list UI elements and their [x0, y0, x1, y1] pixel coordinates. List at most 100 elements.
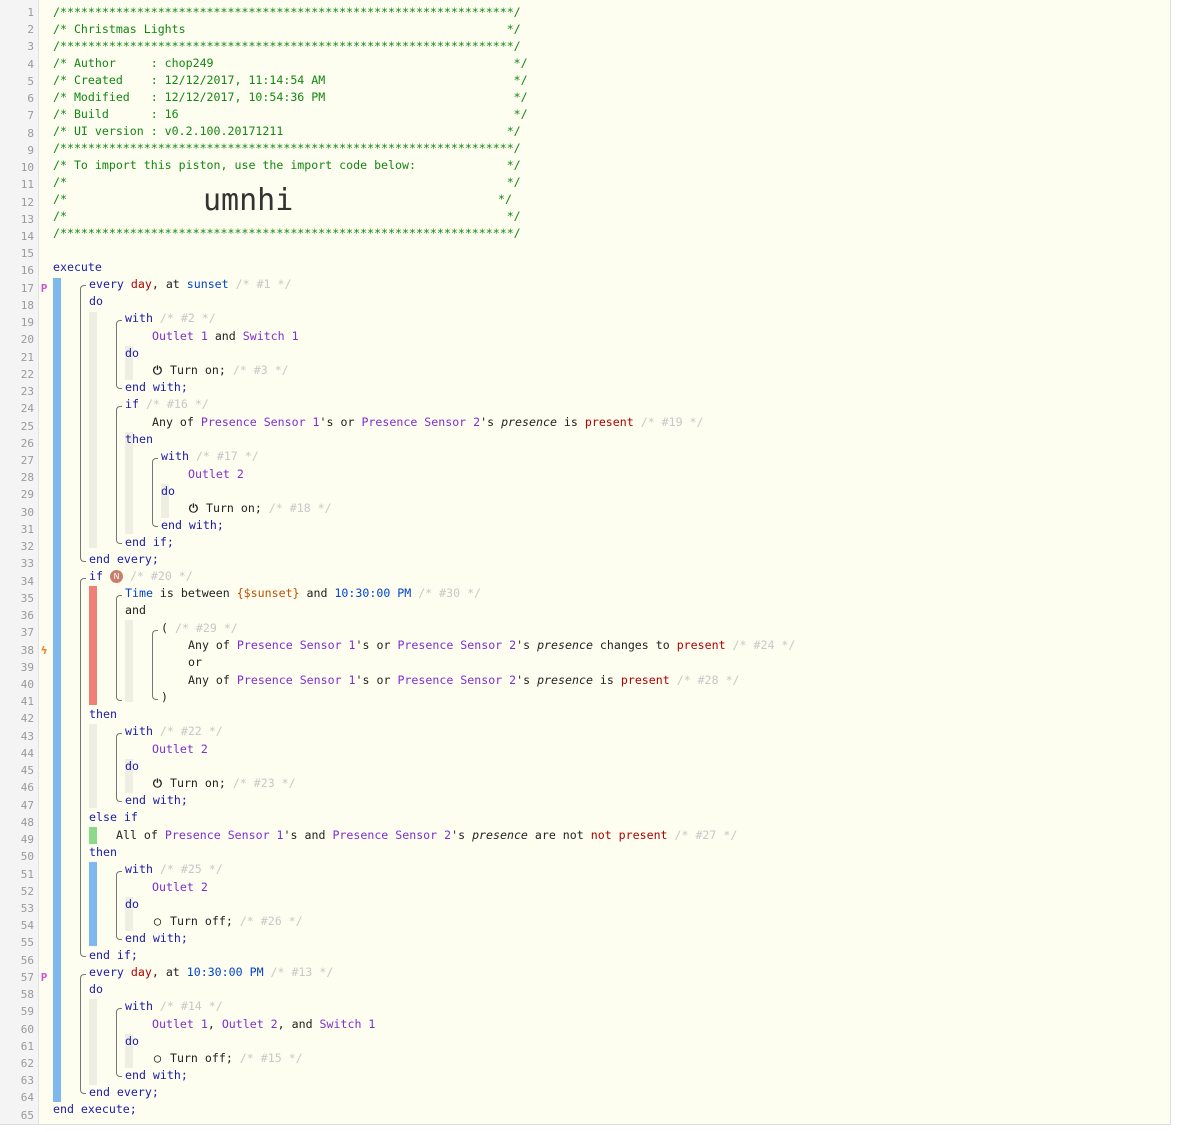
keyword: with: [125, 862, 153, 876]
header-blank: /* */: [53, 209, 521, 223]
statement-comment: /* #2 */: [159, 311, 216, 325]
turn-off-task[interactable]: ◯ Turn off; /* #26 */: [152, 913, 303, 930]
every-statement[interactable]: every day, at sunset /* #1 */: [89, 276, 291, 293]
statement-comment: /* #26 */: [239, 914, 303, 928]
value: day: [130, 965, 152, 979]
line-number: 47: [20, 798, 34, 812]
with-statement[interactable]: with /* #25 */: [125, 861, 223, 878]
code-area: /***************************************…: [39, 0, 1169, 1124]
block-bracket: [116, 406, 122, 544]
keyword: do: [125, 897, 139, 911]
device: Switch 1: [319, 1017, 376, 1031]
with-statement[interactable]: with /* #2 */: [125, 310, 216, 327]
if-statement[interactable]: if /* #16 */: [125, 396, 209, 413]
keyword: do: [161, 484, 175, 498]
line-number: 22: [20, 367, 34, 381]
line-number: 58: [20, 988, 34, 1002]
line-number: 48: [20, 815, 34, 829]
header-author: /* Author : chop249 */: [53, 56, 528, 70]
block-bracket: [80, 974, 86, 1094]
statement-comment: /* #24 */: [732, 638, 796, 652]
line-number: 30: [20, 505, 34, 519]
line-number: 12: [20, 195, 34, 209]
line-number: 36: [20, 609, 34, 623]
device: Outlet 2: [152, 742, 208, 756]
header-border: /***************************************…: [53, 226, 521, 240]
turn-off-task[interactable]: ◯ Turn off; /* #15 */: [152, 1050, 303, 1067]
else-if-keyword[interactable]: else if: [89, 809, 138, 826]
line-number: 65: [20, 1108, 34, 1122]
end-if: end if;: [125, 534, 174, 551]
line-number: 25: [20, 419, 34, 433]
then-keyword: then: [89, 706, 117, 723]
every-statement[interactable]: every day, at 10:30:00 PM /* #13 */: [89, 964, 333, 981]
keyword: do: [125, 346, 139, 360]
task-text: Turn on;: [169, 363, 226, 377]
header-import-hint: /* To import this piston, use the import…: [53, 158, 521, 172]
import-code[interactable]: umnhi: [203, 186, 293, 216]
condition[interactable]: Any of Presence Sensor 1's or Presence S…: [188, 672, 740, 689]
device-list: Outlet 1 and Switch 1: [152, 328, 299, 345]
attribute: presence: [537, 638, 593, 652]
line-number: 64: [20, 1091, 34, 1105]
header-build: /* Build : 16 */: [53, 107, 528, 121]
keyword: with: [125, 311, 153, 325]
if-statement[interactable]: if N /* #20 */: [89, 568, 193, 585]
line-number: 5: [27, 74, 34, 88]
turn-on-task[interactable]: ⏻ Turn on; /* #3 */: [152, 362, 289, 379]
line-number: 49: [20, 833, 34, 847]
line-number: 14: [20, 229, 34, 243]
keyword: end with;: [161, 518, 224, 532]
execute-statement[interactable]: execute: [53, 259, 102, 276]
header-ui-version: /* UI version : v0.2.100.20171211 */: [53, 124, 521, 138]
statement-comment: /* #14 */: [159, 999, 223, 1013]
header-code-right: */: [498, 192, 512, 206]
power-off-icon: ◯: [154, 1051, 161, 1065]
keyword: end if;: [125, 535, 174, 549]
condition[interactable]: Any of Presence Sensor 1's or Presence S…: [152, 414, 704, 431]
keyword: do: [89, 982, 103, 996]
statement-comment: /* #15 */: [239, 1051, 303, 1065]
block-bracket: [152, 630, 158, 700]
keyword: then: [89, 845, 117, 859]
turn-on-task[interactable]: ⏻ Turn on; /* #23 */: [152, 775, 296, 792]
keyword: else if: [89, 810, 138, 824]
variable: {$sunset}: [236, 586, 300, 600]
header-modified: /* Modified : 12/12/2017, 10:54:36 PM */: [53, 90, 528, 104]
condition[interactable]: All of Presence Sensor 1's and Presence …: [116, 827, 737, 844]
task-text: Turn on;: [169, 776, 226, 790]
statement-comment: /* #22 */: [159, 724, 223, 738]
keyword: end execute;: [53, 1102, 137, 1116]
value: 10:30:00 PM: [334, 586, 412, 600]
keyword: every: [89, 277, 124, 291]
statement-comment: /* #28 */: [676, 673, 740, 687]
turn-on-task[interactable]: ⏻ Turn on; /* #18 */: [188, 500, 332, 517]
condition[interactable]: Time is between {$sunset} and 10:30:00 P…: [125, 585, 481, 602]
every-do-block-bar: [89, 999, 97, 1085]
keyword: end if;: [89, 948, 138, 962]
word: (: [161, 621, 168, 635]
condition[interactable]: Any of Presence Sensor 1's or Presence S…: [188, 637, 795, 654]
keyword: every: [89, 965, 124, 979]
with-statement[interactable]: with /* #14 */: [125, 998, 223, 1015]
with-statement[interactable]: with /* #17 */: [161, 448, 259, 465]
group-open[interactable]: ( /* #29 */: [161, 620, 238, 637]
line-number: 63: [20, 1074, 34, 1088]
line-number: 11: [20, 178, 34, 192]
line-number: 3: [27, 40, 34, 54]
device: Presence Sensor 2: [361, 415, 481, 429]
word: Any of: [188, 638, 230, 652]
then-keyword: then: [89, 844, 117, 861]
line-number: 19: [20, 316, 34, 330]
value: not present: [590, 828, 668, 842]
statement-comment: /* #30 */: [418, 586, 482, 600]
word: 's: [516, 673, 531, 687]
line-number: 32: [20, 540, 34, 554]
line-number: 53: [20, 901, 34, 915]
keyword: do: [89, 294, 103, 308]
punct: ,: [207, 1017, 215, 1031]
end-with: end with;: [125, 379, 188, 396]
with-statement[interactable]: with /* #22 */: [125, 723, 223, 740]
line-number: 10: [20, 161, 34, 175]
pin-marker-icon: P: [40, 281, 48, 295]
